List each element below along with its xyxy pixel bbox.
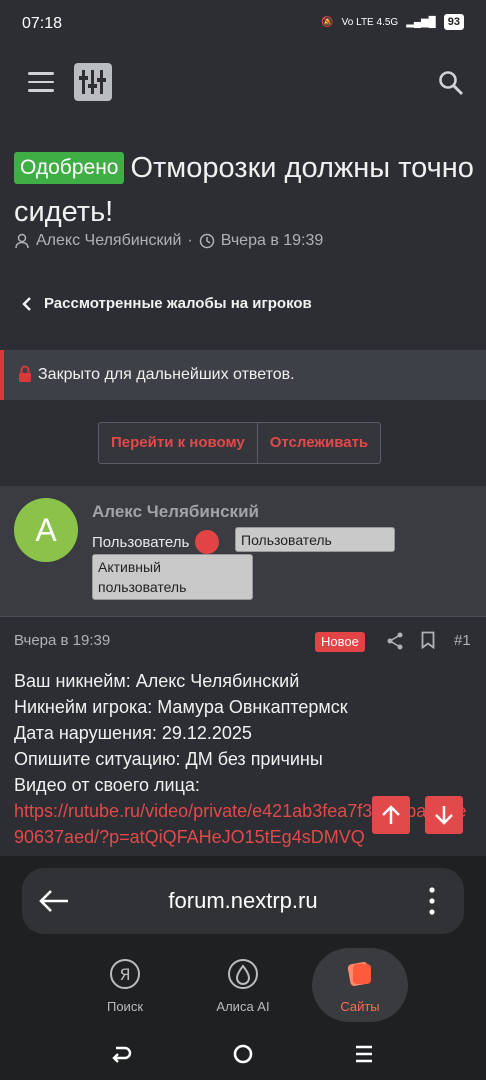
clock-icon xyxy=(199,233,214,249)
tab-search[interactable]: Я Поиск xyxy=(77,948,173,1022)
tab-alice[interactable]: Алиса AI xyxy=(195,948,291,1022)
signal-icon: ▂▄▆█ xyxy=(406,16,436,28)
arrow-up-icon xyxy=(382,805,400,824)
new-badge: Новое xyxy=(315,632,365,652)
sites-icon xyxy=(347,962,371,986)
nav-back-icon[interactable] xyxy=(110,1042,134,1066)
more-vert-icon[interactable] xyxy=(426,886,438,916)
status-icons: 🔕 Vo LTE 4.5G ▂▄▆█ 93 xyxy=(321,14,464,30)
yandex-icon: Я xyxy=(110,959,140,989)
post-date[interactable]: Вчера в 19:39 xyxy=(14,632,110,649)
closed-notice-text: Закрыто для дальнейших ответов. xyxy=(38,366,295,383)
alice-icon xyxy=(228,959,258,989)
site-logo[interactable] xyxy=(74,63,112,101)
watch-button[interactable]: Отслеживать xyxy=(256,423,380,463)
avatar[interactable]: A xyxy=(14,498,78,562)
post-number[interactable]: #1 xyxy=(454,632,471,649)
menu-icon[interactable] xyxy=(28,72,54,92)
closed-notice: Закрыто для дальнейших ответов. xyxy=(0,350,486,400)
thread-author[interactable]: Алекс Челябинский xyxy=(36,232,181,250)
post-line: Дата нарушения: 29.12.2025 xyxy=(14,723,252,743)
tab-search-label: Поиск xyxy=(106,999,144,1014)
role-icon xyxy=(195,530,220,554)
post-line: Видео от своего лица: xyxy=(14,775,200,795)
lock-icon xyxy=(19,365,31,382)
user-icon xyxy=(15,233,29,249)
tab-sites[interactable]: Сайты xyxy=(312,948,408,1022)
author-name[interactable]: Алекс Челябинский xyxy=(92,502,259,522)
breadcrumb-label: Рассмотренные жалобы на игроков xyxy=(44,295,312,312)
status-time: 07:18 xyxy=(22,15,63,32)
system-nav-bar xyxy=(0,1030,486,1080)
post-line: Никнейм игрока: Мамура Овнкаптермск xyxy=(14,697,348,717)
browser-tabs: Я Поиск Алиса AI Сайты xyxy=(0,948,486,1022)
nav-recents-icon[interactable] xyxy=(352,1042,376,1066)
user-banner-active: Активный пользователь xyxy=(92,554,253,600)
url-text[interactable]: forum.nextrp.ru xyxy=(22,888,464,914)
breadcrumb[interactable]: Рассмотренные жалобы на игроков xyxy=(22,295,312,312)
post-line: Ваш никнейм: Алекс Челябинский xyxy=(14,671,300,691)
address-bar[interactable]: forum.nextrp.ru xyxy=(22,868,464,934)
search-icon[interactable] xyxy=(438,70,464,96)
equalizer-icon xyxy=(79,70,106,94)
mute-icon: 🔕 xyxy=(321,16,334,28)
bookmark-icon[interactable] xyxy=(421,631,435,654)
post-author-block: A Алекс Челябинский Пользователь Пользов… xyxy=(0,486,486,617)
thread-actions: Перейти к новому Отслеживать xyxy=(98,422,382,464)
share-icon[interactable] xyxy=(387,632,403,655)
author-role: Пользователь xyxy=(92,530,220,554)
battery-icon: 93 xyxy=(443,14,464,30)
status-bar: 07:18 🔕 Vo LTE 4.5G ▂▄▆█ 93 xyxy=(0,0,486,50)
arrow-down-icon xyxy=(435,806,453,825)
network-label: Vo LTE 4.5G xyxy=(341,16,399,28)
tab-sites-label: Сайты xyxy=(340,999,380,1014)
thread-date[interactable]: Вчера в 19:39 xyxy=(221,232,324,250)
approved-badge[interactable]: Одобрено xyxy=(14,152,125,184)
svg-text:Я: Я xyxy=(119,965,130,984)
scroll-down-button[interactable] xyxy=(425,796,463,834)
thread-title: Одобрено Отморозки должны точно сидеть! xyxy=(14,146,474,234)
thread-meta: Алекс Челябинский · Вчера в 19:39 xyxy=(14,232,323,250)
nav-home-icon[interactable] xyxy=(231,1042,255,1066)
goto-new-button[interactable]: Перейти к новому xyxy=(99,423,257,463)
user-banner: Пользователь xyxy=(235,527,395,552)
chevron-left-icon xyxy=(22,296,31,311)
tab-alice-label: Алиса AI xyxy=(216,999,270,1014)
post-line: Опишите ситуацию: ДМ без причины xyxy=(14,749,323,769)
scroll-up-button[interactable] xyxy=(372,796,410,834)
author-role-text: Пользователь xyxy=(92,533,190,551)
